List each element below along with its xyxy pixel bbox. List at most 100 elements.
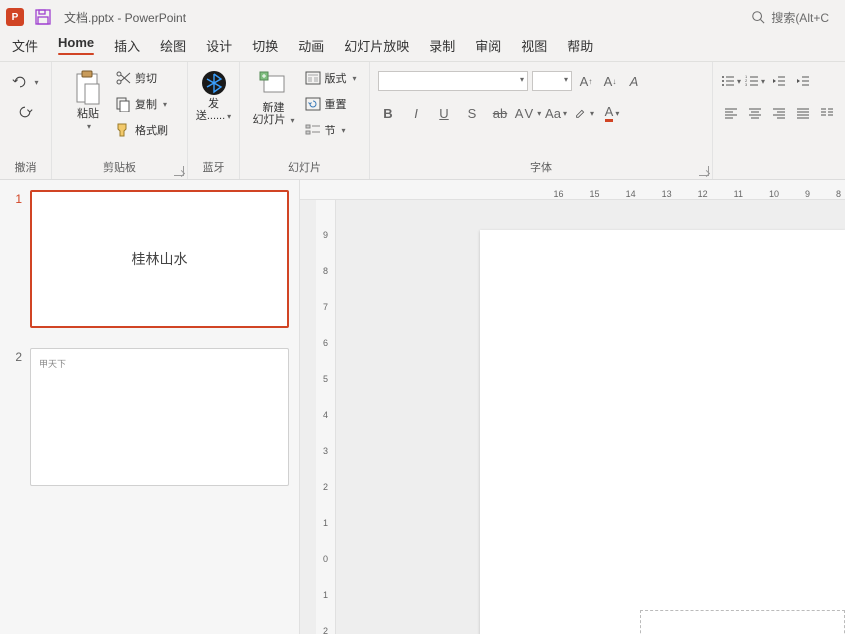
font-size-combo[interactable]: ▾ — [532, 71, 572, 91]
search-icon — [751, 10, 765, 24]
group-label: 字体 — [530, 157, 552, 177]
tab-切换[interactable]: 切换 — [248, 32, 282, 61]
tab-帮助[interactable]: 帮助 — [563, 32, 597, 61]
slide-thumbnail[interactable]: 2 甲天下 — [10, 348, 289, 486]
new-slide-button[interactable]: 新建幻灯片 ▾ — [250, 66, 296, 128]
copy-icon — [115, 96, 131, 112]
bullets-button[interactable]: ▾ — [721, 70, 741, 92]
tab-录制[interactable]: 录制 — [425, 32, 459, 61]
group-slides: 新建幻灯片 ▾ 版式▾ 重置 节▾ 幻灯片 — [240, 62, 370, 179]
svg-text:3: 3 — [745, 82, 748, 87]
chevron-down-icon: ▾ — [87, 122, 91, 131]
chevron-down-icon: ▾ — [520, 75, 524, 84]
highlight-button[interactable]: ▾ — [574, 102, 594, 124]
undo-icon — [12, 74, 28, 90]
cut-button[interactable]: 剪切 — [113, 68, 170, 88]
save-icon[interactable] — [30, 4, 56, 30]
format-painter-icon — [115, 122, 131, 138]
copy-button[interactable]: 复制▾ — [113, 94, 170, 114]
grow-font-button[interactable]: A↑ — [576, 70, 596, 92]
redo-icon — [17, 104, 33, 120]
vertical-ruler: 987654321012 — [316, 200, 336, 634]
strikethrough-button[interactable]: ab — [490, 102, 510, 124]
dialog-launcher-icon[interactable] — [699, 166, 709, 176]
dialog-launcher-icon[interactable] — [174, 166, 184, 176]
paste-icon — [71, 68, 105, 108]
document-title: 文档.pptx - PowerPoint — [64, 9, 186, 26]
shadow-button[interactable]: S — [462, 102, 482, 124]
clear-format-button[interactable]: A — [624, 70, 644, 92]
tab-插入[interactable]: 插入 — [110, 32, 144, 61]
group-label: 蓝牙 — [203, 157, 225, 177]
chevron-down-icon: ▾ — [353, 74, 357, 83]
align-right-button[interactable] — [769, 102, 789, 124]
powerpoint-app-icon: P — [6, 8, 24, 26]
section-icon — [305, 122, 321, 138]
numbering-button[interactable]: 123▾ — [745, 70, 765, 92]
char-spacing-button[interactable]: AV▾ — [518, 102, 538, 124]
font-color-button[interactable]: A▾ — [602, 102, 622, 124]
slide-thumbnail[interactable]: 1桂林山水 — [10, 190, 289, 328]
group-label: 撤消 — [15, 157, 37, 177]
group-font: ▾ ▾ A↑ A↓ A B I U S ab AV▾ Aa▾ ▾ A▾ 字体 — [370, 62, 713, 179]
slide-thumbnails-panel[interactable]: 1桂林山水 2 甲天下 — [0, 180, 300, 634]
bluetooth-send-button[interactable]: 发送......▾ — [194, 66, 233, 124]
section-button[interactable]: 节▾ — [303, 120, 348, 140]
chevron-down-icon: ▾ — [537, 109, 541, 118]
chevron-down-icon: ▾ — [342, 126, 346, 135]
slide-preview: 甲天下 — [30, 348, 289, 486]
tab-home[interactable]: Home — [54, 31, 98, 62]
increase-indent-button[interactable] — [793, 70, 813, 92]
tab-动画[interactable]: 动画 — [294, 32, 328, 61]
slide-canvas[interactable] — [480, 230, 845, 634]
underline-button[interactable]: U — [434, 102, 454, 124]
bluetooth-icon — [199, 68, 229, 98]
tab-视图[interactable]: 视图 — [517, 32, 551, 61]
undo-button[interactable]: ▾ — [10, 72, 40, 92]
tab-设计[interactable]: 设计 — [202, 32, 236, 61]
group-clipboard: 粘贴▾ 剪切 复制▾ 格式刷 剪贴板 — [52, 62, 188, 179]
tab-绘图[interactable]: 绘图 — [156, 32, 190, 61]
slide-number: 1 — [10, 192, 22, 206]
group-label: 剪贴板 — [103, 157, 136, 177]
search-box[interactable]: 搜索(Alt+C — [741, 5, 839, 30]
align-center-button[interactable] — [745, 102, 765, 124]
chevron-down-icon: ▾ — [761, 77, 765, 86]
slide-editor[interactable]: 1615141312111098 987654321012 — [300, 180, 845, 634]
content-placeholder[interactable] — [640, 610, 845, 634]
paste-button[interactable]: 粘贴▾ — [69, 66, 107, 134]
reset-icon — [305, 96, 321, 112]
chevron-down-icon: ▾ — [615, 109, 619, 118]
chevron-down-icon: ▾ — [34, 78, 38, 87]
font-name-combo[interactable]: ▾ — [378, 71, 528, 91]
change-case-button[interactable]: Aa▾ — [546, 102, 566, 124]
ribbon-tabs: 文件 Home 插入绘图设计切换动画幻灯片放映录制审阅视图帮助 — [0, 34, 845, 62]
group-undo: ▾ 撤消 — [0, 62, 52, 179]
justify-button[interactable] — [793, 102, 813, 124]
align-left-button[interactable] — [721, 102, 741, 124]
scissors-icon — [115, 70, 131, 86]
bold-button[interactable]: B — [378, 102, 398, 124]
chevron-down-icon: ▾ — [590, 109, 594, 118]
columns-button[interactable] — [817, 102, 837, 124]
decrease-indent-button[interactable] — [769, 70, 789, 92]
tab-文件[interactable]: 文件 — [8, 32, 42, 61]
chevron-down-icon: ▾ — [564, 75, 568, 84]
layout-icon — [305, 70, 321, 86]
slide-number: 2 — [10, 350, 22, 364]
chevron-down-icon: ▾ — [563, 109, 567, 118]
group-bluetooth: 发送......▾ 蓝牙 — [188, 62, 240, 179]
chevron-down-icon: ▾ — [291, 116, 295, 125]
tab-审阅[interactable]: 审阅 — [471, 32, 505, 61]
reset-button[interactable]: 重置 — [303, 94, 349, 114]
chevron-down-icon: ▾ — [737, 77, 741, 86]
layout-button[interactable]: 版式▾ — [303, 68, 359, 88]
tab-幻灯片放映[interactable]: 幻灯片放映 — [340, 32, 413, 61]
new-slide-icon — [257, 68, 289, 102]
chevron-down-icon: ▾ — [163, 100, 167, 109]
italic-button[interactable]: I — [406, 102, 426, 124]
format-painter-button[interactable]: 格式刷 — [113, 120, 170, 140]
title-bar: P 文档.pptx - PowerPoint 搜索(Alt+C — [0, 0, 845, 34]
redo-button[interactable] — [15, 102, 35, 122]
shrink-font-button[interactable]: A↓ — [600, 70, 620, 92]
